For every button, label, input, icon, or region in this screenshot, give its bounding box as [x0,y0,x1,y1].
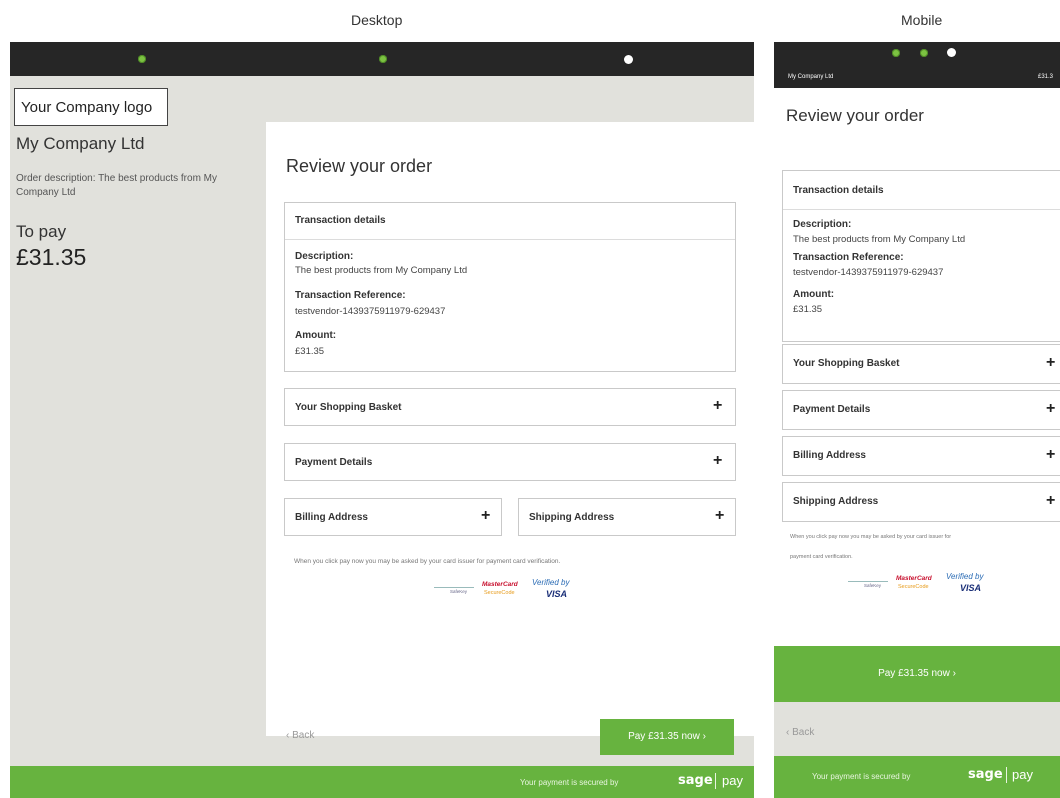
step-complete-icon [920,49,928,57]
plus-icon[interactable]: + [1046,492,1055,510]
progress-bar [10,42,754,76]
accordion-label: Shipping Address [529,512,615,523]
pay-now-button[interactable]: Pay £31.35 now › [774,646,1060,702]
mobile-amount: £31.3 [1038,74,1054,80]
amount-label: Amount: [295,330,337,341]
plus-icon[interactable]: + [713,397,722,415]
description-value: The best products from My Company Ltd [295,265,468,276]
mobile-company-name: My Company Ltd [788,74,834,80]
page-title: Review your order [786,106,924,125]
shipping-address-accordion[interactable]: Shipping Address + [782,482,1060,522]
verified-by-badge: Verified by [532,578,570,587]
accordion-label: Shipping Address [793,496,879,507]
secured-text: Your payment is secured by [812,772,911,781]
plus-icon[interactable]: + [715,507,724,525]
payment-details-accordion[interactable]: Payment Details + [782,390,1060,430]
pay-now-button[interactable]: Pay £31.35 now › [600,719,734,755]
payment-details-accordion[interactable]: Payment Details + [284,443,736,481]
reference-value: testvendor-1439375911979-629437 [295,306,446,317]
verification-note: When you click pay now you may be asked … [790,534,952,540]
description-label: Description: [295,251,354,262]
company-logo: Your Company logo [14,88,168,126]
review-panel: Review your order Transaction details De… [266,122,754,755]
amount-value: £31.35 [295,346,325,357]
mobile-panel: Review your order Transaction details De… [774,88,1060,648]
divider [285,239,735,240]
securecode-badge: SecureCode [898,584,929,590]
billing-address-accordion[interactable]: Billing Address + [782,436,1060,476]
mobile-caption: Mobile [901,12,943,28]
billing-address-accordion[interactable]: Billing Address + [284,498,502,536]
company-name: My Company Ltd [16,134,145,153]
step-complete-icon [892,49,900,57]
description-label: Description: [793,219,852,230]
visa-badge: VISA [546,589,568,599]
pay-logo: pay [722,773,743,788]
description-value: The best products from My Company Ltd [793,234,966,245]
amount-label: Amount: [793,289,835,300]
plus-icon[interactable]: + [481,507,490,525]
accordion-label: Your Shopping Basket [295,402,402,413]
transaction-details-box: Transaction details Description: The bes… [284,202,736,372]
reference-label: Transaction Reference: [295,290,406,301]
visa-badge: VISA [960,583,982,593]
shipping-address-accordion[interactable]: Shipping Address + [518,498,736,536]
verification-note: When you click pay now you may be asked … [294,558,561,565]
card-badges: SafeKey MasterCard SecureCode Verified b… [434,578,594,604]
desktop-caption: Desktop [351,12,403,28]
reference-value: testvendor-1439375911979-629437 [793,267,944,278]
back-link[interactable]: ‹ Back [286,730,314,741]
step-complete-icon [138,55,146,63]
safekey-badge: SafeKey [864,583,882,588]
mobile-header: My Company Ltd £31.3 [774,42,1060,88]
footer: Your payment is secured by sage pay [10,766,754,798]
verification-note-line2: payment card verification. [790,554,853,560]
footer: Your payment is secured by sage pay [774,756,1060,798]
accordion-label: Payment Details [295,457,373,468]
plus-icon[interactable]: + [1046,400,1055,418]
reference-label: Transaction Reference: [793,252,904,263]
mobile-view: My Company Ltd £31.3 Review your order T… [774,42,1060,798]
plus-icon[interactable]: + [1046,354,1055,372]
transaction-details-header: Transaction details [295,215,386,226]
step-current-icon [947,48,956,57]
step-current-icon [624,55,633,64]
step-complete-icon [379,55,387,63]
logo-divider [715,773,716,789]
secured-text: Your payment is secured by [520,778,619,787]
accordion-label: Your Shopping Basket [793,358,900,369]
accordion-label: Billing Address [295,512,368,523]
plus-icon[interactable]: + [713,452,722,470]
mastercard-badge: MasterCard [482,581,518,588]
verified-by-badge: Verified by [946,572,984,581]
shopping-basket-accordion[interactable]: Your Shopping Basket + [284,388,736,426]
page-title: Review your order [286,156,433,176]
transaction-details-box: Transaction details Description: The bes… [782,170,1060,342]
mastercard-badge: MasterCard [896,575,932,582]
safekey-line [434,587,474,588]
desktop-view: Your Company logo My Company Ltd Order d… [10,42,754,798]
pay-logo: pay [1012,767,1033,782]
plus-icon[interactable]: + [1046,446,1055,464]
accordion-label: Payment Details [793,404,871,415]
sage-logo: sage [678,773,713,788]
shopping-basket-accordion[interactable]: Your Shopping Basket + [782,344,1060,384]
safekey-line [848,581,888,582]
divider [783,209,1060,210]
to-pay-amount: £31.35 [16,244,87,270]
sage-logo: sage [968,767,1003,782]
securecode-badge: SecureCode [484,590,515,596]
card-badges: SafeKey MasterCard SecureCode Verified b… [848,572,1008,598]
amount-value: £31.35 [793,304,823,315]
transaction-details-header: Transaction details [793,185,884,196]
accordion-label: Billing Address [793,450,866,461]
back-link[interactable]: ‹ Back [786,727,814,738]
logo-divider [1006,767,1007,783]
order-description: Order description: The best products fro… [16,173,218,198]
safekey-badge: SafeKey [450,589,468,594]
to-pay-label: To pay [16,222,67,241]
